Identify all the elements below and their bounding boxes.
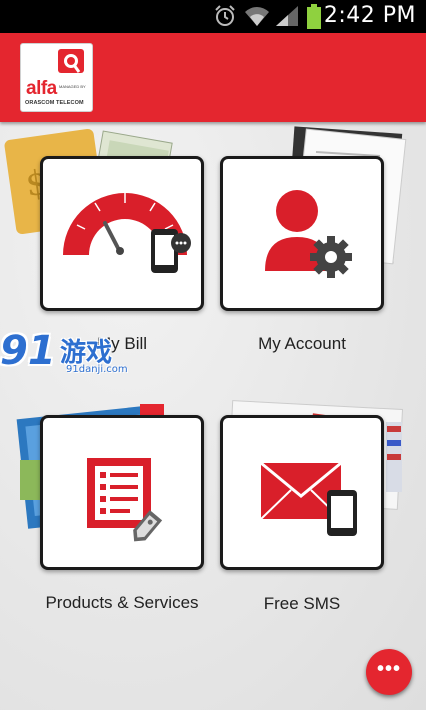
signal-icon xyxy=(274,4,300,33)
wifi-icon xyxy=(244,4,270,33)
app-header: alfa MANAGED BY ORASCOM TELECOM xyxy=(0,33,426,122)
tile-label-free-sms[interactable]: Free SMS xyxy=(202,594,402,614)
more-dots-icon: ••• xyxy=(376,658,401,680)
alfa-logo[interactable]: alfa MANAGED BY ORASCOM TELECOM xyxy=(20,43,93,112)
tile-my-account[interactable] xyxy=(220,156,384,311)
tile-free-sms[interactable] xyxy=(220,415,384,570)
home-grid: $ My Bill My Account Products & Services… xyxy=(0,122,426,710)
watermark-url: 91danji.com xyxy=(66,364,128,375)
status-time: 2:42 PM xyxy=(323,3,416,28)
battery-icon xyxy=(306,4,322,35)
user-gear-icon xyxy=(265,190,352,278)
alarm-icon xyxy=(213,4,237,33)
tile-label-my-account[interactable]: My Account xyxy=(202,334,402,354)
watermark-number: 91 xyxy=(0,328,56,374)
envelope-phone-icon xyxy=(260,461,357,536)
watermark: 91 游戏 91danji.com xyxy=(0,328,140,382)
list-tag-icon xyxy=(87,458,163,542)
more-options-button[interactable]: ••• xyxy=(366,649,412,695)
logo-brand-text: alfa xyxy=(26,78,57,99)
tile-products-services[interactable] xyxy=(40,415,204,570)
logo-managed-text: MANAGED BY xyxy=(59,84,86,89)
status-bar: 2:42 PM xyxy=(0,0,426,33)
gauge-phone-icon xyxy=(63,193,191,273)
tile-label-products-services[interactable]: Products & Services xyxy=(22,593,222,613)
logo-orascom-text: ORASCOM TELECOM xyxy=(25,100,84,106)
tile-my-bill[interactable] xyxy=(40,156,204,311)
